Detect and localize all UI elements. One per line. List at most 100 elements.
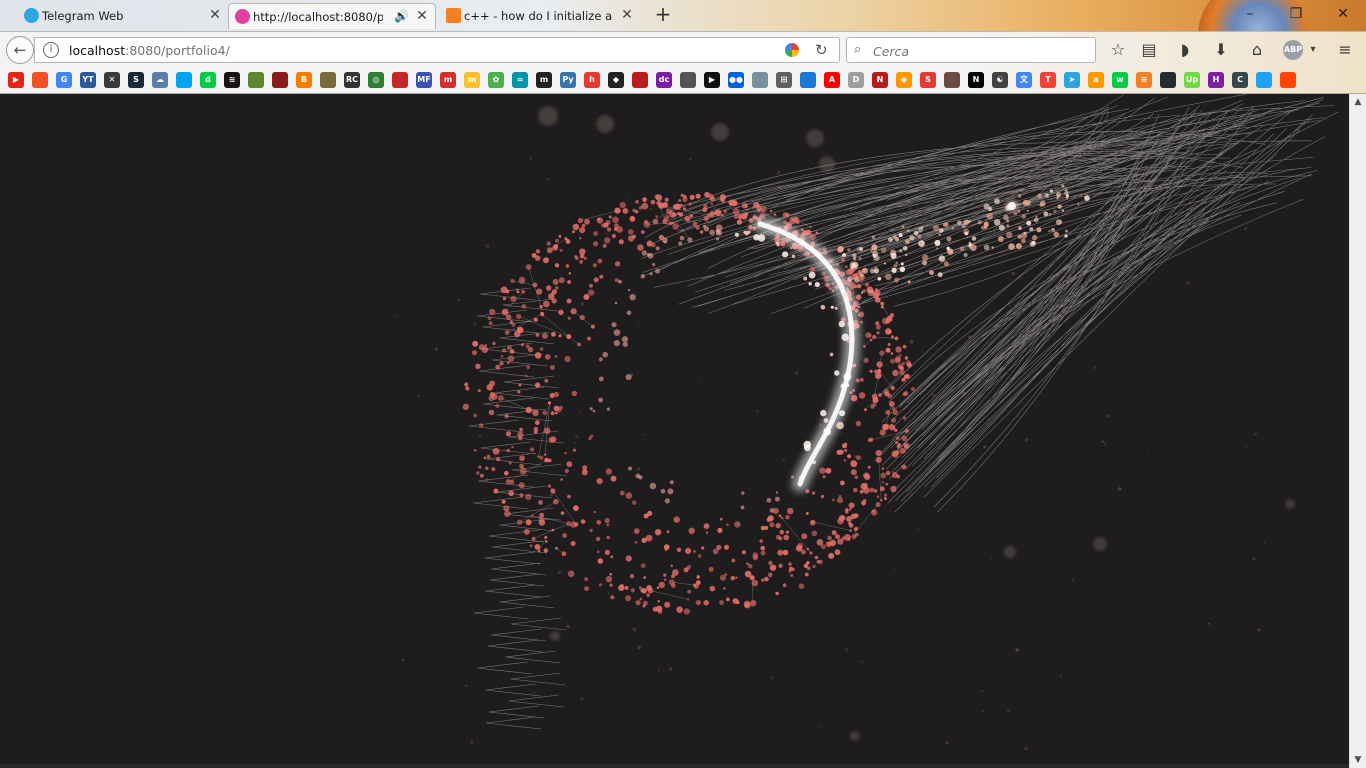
art-icon[interactable] [320,72,336,88]
amazon-icon[interactable]: a [1088,72,1104,88]
particle [882,423,889,431]
particle [660,488,666,494]
t-red-icon[interactable]: T [1040,72,1056,88]
tab-portfolio[interactable]: http://localhost:8080/portfo 🔊 ✕ [228,3,436,29]
menu-icon[interactable]: ≡ [1335,40,1355,60]
dc-icon[interactable]: dc [656,72,672,88]
n-icon[interactable]: N [872,72,888,88]
mf-icon[interactable]: MF [416,72,432,88]
ghost-icon[interactable] [680,72,696,88]
ruby-icon[interactable] [632,72,648,88]
close-icon[interactable]: ✕ [620,8,634,22]
search-input[interactable] [871,40,1090,62]
minimize-button[interactable]: – [1240,4,1260,24]
particle [890,335,895,339]
xbox-icon[interactable]: ✕ [104,72,120,88]
close-window-button[interactable]: ✕ [1333,4,1353,24]
reload-icon[interactable]: ↻ [815,41,828,59]
stackoverflow-bm-icon[interactable]: ≡ [1136,72,1152,88]
rc-icon[interactable]: RC [344,72,360,88]
yin-yang-icon[interactable]: ☯ [992,72,1008,88]
c-icon[interactable]: C [1232,72,1248,88]
h-purple-icon[interactable]: H [1208,72,1224,88]
palm-icon[interactable]: ✿ [488,72,504,88]
github-icon[interactable] [1160,72,1176,88]
play-icon[interactable]: ▶ [704,72,720,88]
chevron-down-icon[interactable]: ▾ [1303,40,1323,60]
calendar-icon[interactable] [392,72,408,88]
extension-icon[interactable] [785,43,799,57]
tail-particle [1020,238,1026,244]
blue-app-icon[interactable] [800,72,816,88]
arduino-icon[interactable]: ∞ [512,72,528,88]
particle-canvas[interactable] [0,94,1349,768]
unity-icon[interactable]: ◆ [608,72,624,88]
new-tab-button[interactable]: + [652,4,674,26]
shield-icon[interactable] [944,72,960,88]
game-icon[interactable] [272,72,288,88]
steam-icon[interactable]: S [128,72,144,88]
tail-particle [969,244,977,252]
spotify-icon[interactable]: ≋ [224,72,240,88]
scroll-up-arrow-icon[interactable]: ▲ [1352,96,1364,108]
yt-mp3-icon[interactable]: YT [80,72,96,88]
pocket-icon[interactable]: ◗ [1175,40,1195,60]
windows-store-icon[interactable] [176,72,192,88]
particle [483,456,487,460]
search-bar[interactable]: ⌕ [846,37,1096,63]
particle [545,285,552,291]
microsoft-icon[interactable] [32,72,48,88]
close-icon[interactable]: ✕ [208,8,222,22]
vertical-scrollbar[interactable]: ▲ ▼ [1349,94,1366,768]
diamond-icon[interactable]: ◆ [896,72,912,88]
particle [519,455,525,462]
tail-particle [904,253,908,257]
flickr-icon[interactable]: ●● [728,72,744,88]
adobe-icon[interactable]: A [824,72,840,88]
reddit-icon[interactable] [1280,72,1296,88]
minecraft-icon[interactable] [248,72,264,88]
particle [510,278,515,284]
m-yellow-icon[interactable]: m [464,72,480,88]
youtube-icon[interactable]: ▶ [8,72,24,88]
circle-green-icon[interactable]: ◎ [368,72,384,88]
reading-list-icon[interactable]: ▤ [1139,40,1159,60]
h-icon[interactable]: h [584,72,600,88]
blogger-icon[interactable]: B [296,72,312,88]
python-icon[interactable]: Py [560,72,576,88]
particle [788,569,792,573]
tab-telegram[interactable]: Telegram Web ✕ [18,3,228,29]
adblock-plus-icon[interactable]: ABP [1283,40,1303,60]
particle [625,492,633,499]
tab-stackoverflow[interactable]: c++ - how do I initialize a float t ✕ [440,3,640,29]
dust-particle [1257,172,1260,175]
speaker-icon[interactable]: 🔊 [394,9,409,23]
s-red-icon[interactable]: S [920,72,936,88]
back-button[interactable]: ← [6,36,34,64]
url-bar[interactable]: i localhost:8080/portfolio4/ ↻ [34,37,840,63]
deviantart-2-icon[interactable]: w [1112,72,1128,88]
m-black-icon[interactable]: m [536,72,552,88]
particle [748,225,753,230]
upwork-icon[interactable]: Up [1184,72,1200,88]
bookmark-star-icon[interactable]: ☆ [1108,40,1128,60]
cloud-icon[interactable]: ☁ [152,72,168,88]
m-icon[interactable]: m [440,72,456,88]
restore-button[interactable]: ❐ [1286,4,1306,24]
translate-icon[interactable]: 文 [1016,72,1032,88]
d-icon[interactable]: D [848,72,864,88]
grid-icon[interactable]: ⊞ [776,72,792,88]
download-icon[interactable]: ⬇ [1211,40,1231,60]
particle [680,193,684,197]
telegram-bm-icon[interactable]: ➤ [1064,72,1080,88]
deviantart-icon[interactable]: d [200,72,216,88]
info-icon[interactable]: i [43,42,59,58]
home-icon[interactable]: ⌂ [1247,40,1267,60]
close-icon[interactable]: ✕ [415,9,429,23]
google-icon[interactable]: G [56,72,72,88]
twitter-icon[interactable] [1256,72,1272,88]
netflix-icon[interactable]: N [968,72,984,88]
mushroom-icon[interactable] [752,72,768,88]
scroll-down-arrow-icon[interactable]: ▼ [1352,754,1364,766]
url-text[interactable]: localhost:8080/portfolio4/ [69,43,230,58]
